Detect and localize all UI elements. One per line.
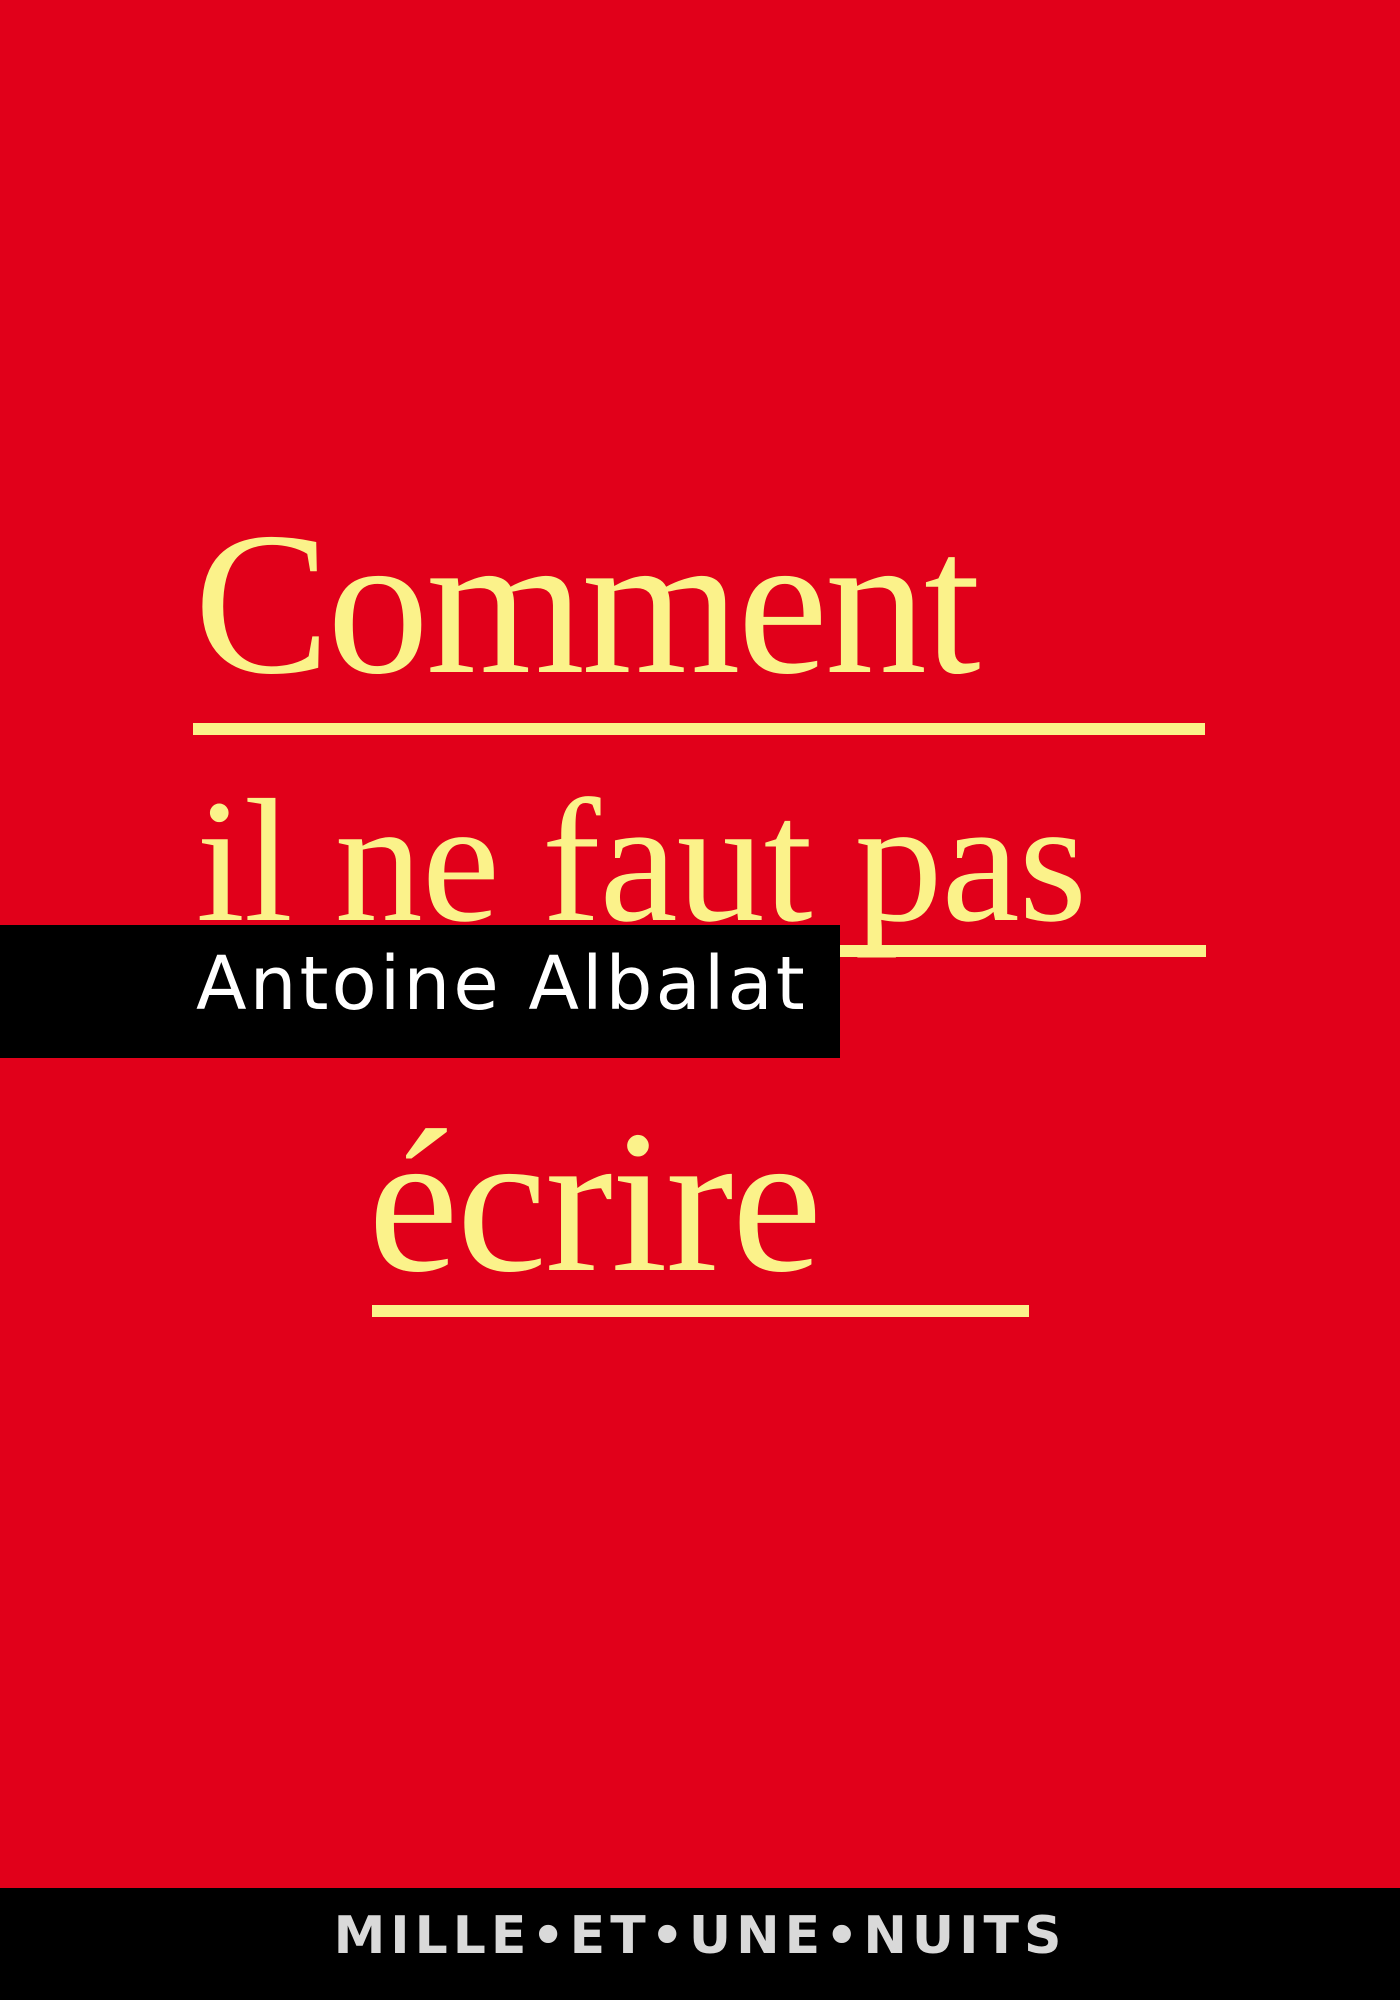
publisher-name: MILLE•ET•UNE•NUITS — [333, 1906, 1067, 1966]
author-band: Antoine Albalat — [0, 925, 840, 1058]
title-line-1: Comment — [194, 491, 981, 717]
book-cover: Comment il ne faut pas Antoine Albalat é… — [0, 0, 1400, 2000]
title-line-2: il ne faut pas — [196, 764, 1087, 959]
author-name: Antoine Albalat — [196, 941, 808, 1027]
publisher-band: MILLE•ET•UNE•NUITS — [0, 1888, 1400, 2000]
title-underline-3 — [372, 1305, 1029, 1317]
title-underline-1 — [193, 723, 1205, 735]
title-line-3: écrire — [368, 1089, 822, 1315]
